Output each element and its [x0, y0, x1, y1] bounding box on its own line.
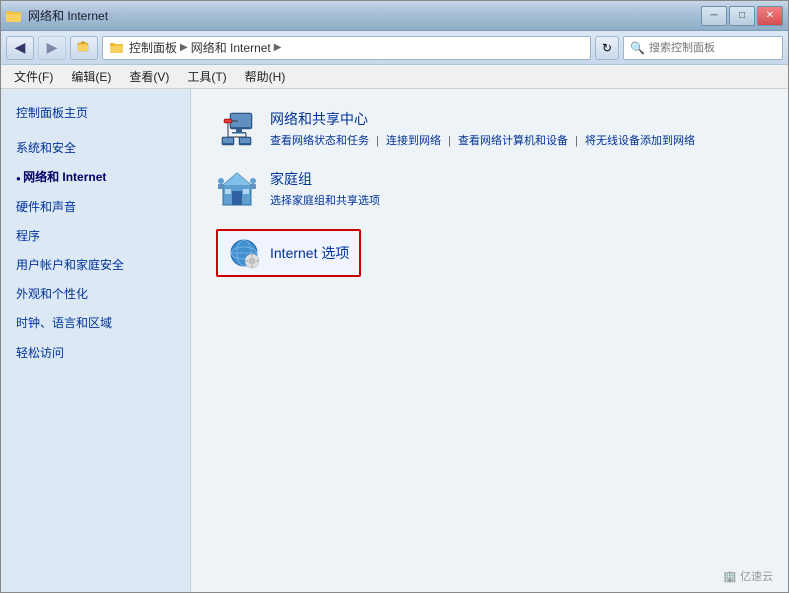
main-panel: 网络和共享中心 查看网络状态和任务 | 连接到网络 | 查看网络计算机和设备 |…	[191, 89, 788, 592]
homegroup-info: 家庭组 选择家庭组和共享选项	[270, 169, 763, 208]
close-button[interactable]: ✕	[757, 6, 783, 26]
title-buttons: ─ □ ✕	[701, 6, 783, 26]
address-path-container[interactable]: 控制面板 ▶ 网络和 Internet ▶	[102, 36, 591, 60]
network-sharing-item: 网络和共享中心 查看网络状态和任务 | 连接到网络 | 查看网络计算机和设备 |…	[216, 109, 763, 151]
watermark: 🏢 亿速云	[723, 568, 773, 584]
sidebar-item-hardware[interactable]: 硬件和声音	[1, 193, 190, 222]
refresh-button[interactable]: ↻	[595, 36, 619, 60]
link-view-computers[interactable]: 查看网络计算机和设备	[458, 135, 568, 147]
link-connect[interactable]: 连接到网络	[386, 135, 441, 147]
search-icon: 🔍	[630, 41, 645, 55]
sidebar-item-system[interactable]: 系统和安全	[1, 134, 190, 163]
path-arrow2: ▶	[274, 42, 282, 53]
title-bar: 网络和 Internet ─ □ ✕	[1, 1, 788, 31]
title-bar-left: 网络和 Internet	[6, 7, 108, 24]
sidebar-item-network[interactable]: 网络和 Internet	[1, 163, 190, 192]
folder-address-icon	[109, 40, 125, 56]
forward-button[interactable]: ▶	[38, 36, 66, 60]
network-sharing-info: 网络和共享中心 查看网络状态和任务 | 连接到网络 | 查看网络计算机和设备 |…	[270, 109, 763, 148]
homegroup-item: 家庭组 选择家庭组和共享选项	[216, 169, 763, 211]
divider3: |	[575, 135, 578, 147]
minimize-button[interactable]: ─	[701, 6, 727, 26]
link-add-wireless[interactable]: 将无线设备添加到网络	[585, 135, 695, 147]
menu-edit[interactable]: 编辑(E)	[63, 66, 119, 87]
network-sharing-title[interactable]: 网络和共享中心	[270, 109, 763, 129]
menu-file[interactable]: 文件(F)	[6, 66, 61, 87]
up-icon	[77, 41, 91, 55]
homegroup-title[interactable]: 家庭组	[270, 169, 763, 189]
search-input[interactable]	[649, 42, 789, 54]
network-sharing-icon	[216, 109, 258, 151]
link-view-status[interactable]: 查看网络状态和任务	[270, 135, 369, 147]
network-sharing-links: 查看网络状态和任务 | 连接到网络 | 查看网络计算机和设备 | 将无线设备添加…	[270, 132, 763, 148]
divider1: |	[376, 135, 379, 147]
folder-icon	[6, 8, 22, 24]
menu-help[interactable]: 帮助(H)	[237, 66, 294, 87]
menu-bar: 文件(F) 编辑(E) 查看(V) 工具(T) 帮助(H)	[1, 65, 788, 89]
path-arrow1: ▶	[180, 42, 188, 53]
link-homegroup-share[interactable]: 选择家庭组和共享选项	[270, 195, 380, 207]
sidebar-item-accessibility[interactable]: 轻松访问	[1, 339, 190, 368]
menu-view[interactable]: 查看(V)	[121, 66, 177, 87]
internet-options-box[interactable]: Internet 选项	[216, 229, 361, 277]
path-part2: 网络和 Internet	[191, 39, 271, 56]
menu-tools[interactable]: 工具(T)	[179, 66, 234, 87]
sidebar: 控制面板主页 系统和安全 网络和 Internet 硬件和声音 程序 用户帐户和…	[1, 89, 191, 592]
main-window: 网络和 Internet ─ □ ✕ ◀ ▶ 控制面板 ▶	[0, 0, 789, 593]
path-part1: 控制面板	[129, 39, 177, 56]
content-area: 控制面板主页 系统和安全 网络和 Internet 硬件和声音 程序 用户帐户和…	[1, 89, 788, 592]
divider2: |	[448, 135, 451, 147]
window-title: 网络和 Internet	[28, 7, 108, 24]
internet-options-item: Internet 选项	[216, 229, 763, 277]
internet-options-icon	[228, 237, 260, 269]
homegroup-links: 选择家庭组和共享选项	[270, 192, 763, 208]
address-path: 控制面板 ▶ 网络和 Internet ▶	[129, 39, 281, 56]
sidebar-item-appearance[interactable]: 外观和个性化	[1, 280, 190, 309]
sidebar-item-clock[interactable]: 时钟、语言和区域	[1, 309, 190, 338]
sidebar-item-programs[interactable]: 程序	[1, 222, 190, 251]
sidebar-item-home[interactable]: 控制面板主页	[1, 99, 190, 128]
sidebar-item-accounts[interactable]: 用户帐户和家庭安全	[1, 251, 190, 280]
search-container: 🔍	[623, 36, 783, 60]
internet-options-title[interactable]: Internet 选项	[270, 243, 349, 263]
back-button[interactable]: ◀	[6, 36, 34, 60]
maximize-button[interactable]: □	[729, 6, 755, 26]
address-bar: ◀ ▶ 控制面板 ▶ 网络和 Internet ▶ ↻ 🔍	[1, 31, 788, 65]
homegroup-icon	[216, 169, 258, 211]
up-button[interactable]	[70, 36, 98, 60]
